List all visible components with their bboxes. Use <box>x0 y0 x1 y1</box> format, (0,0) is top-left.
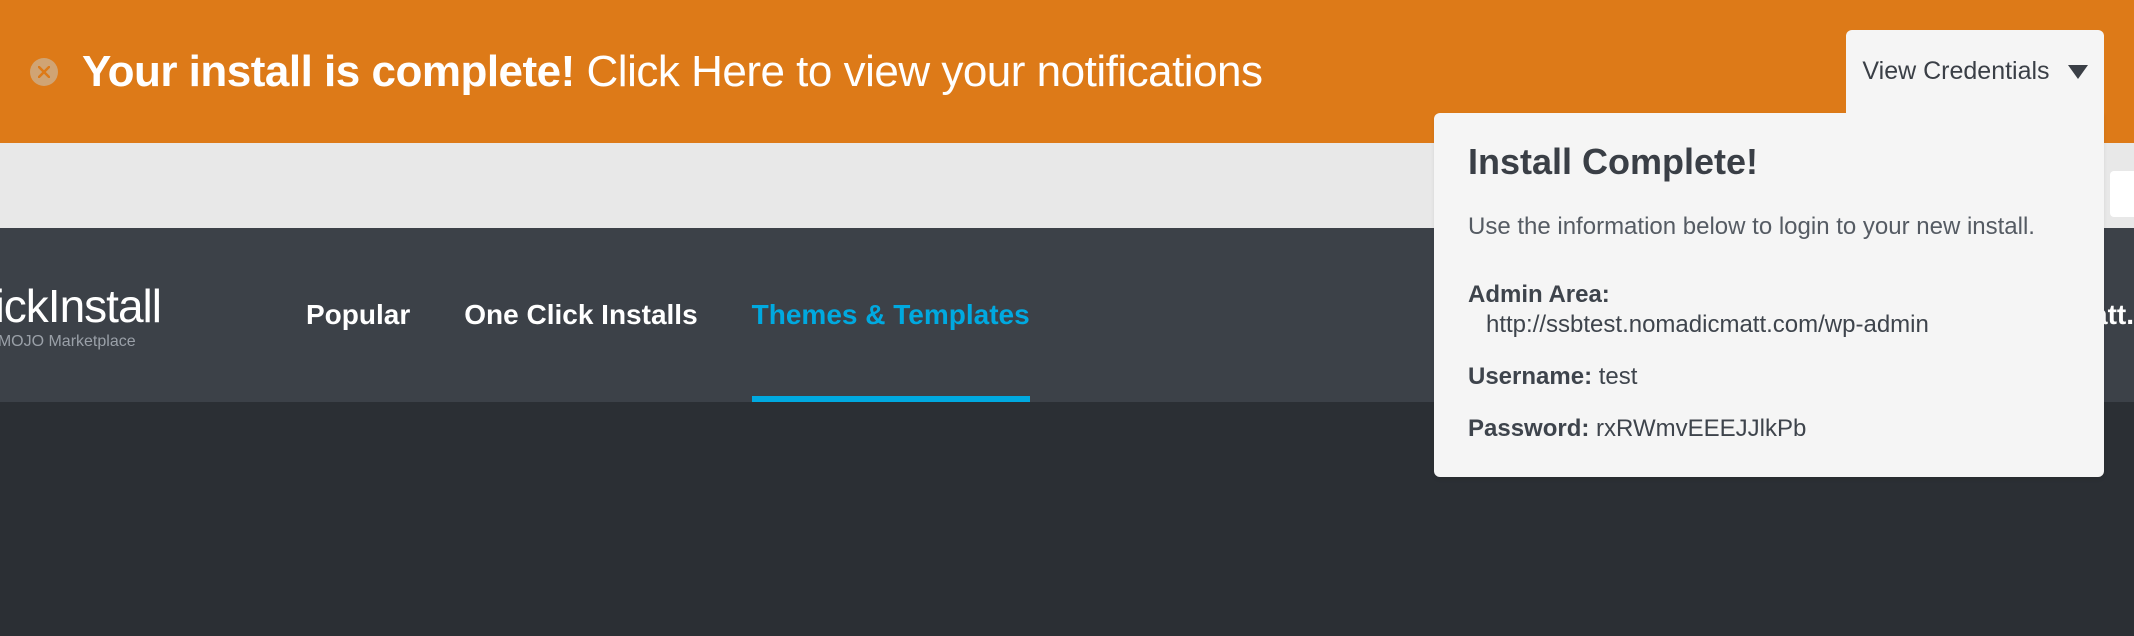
password-value: rxRWmvEEEJJlkPb <box>1596 415 1806 442</box>
close-icon[interactable] <box>30 58 58 86</box>
banner-bold-text: Your install is complete! <box>82 47 575 96</box>
brand-name: uickInstall <box>0 279 270 333</box>
credentials-title: Install Complete! <box>1468 141 2070 183</box>
nav-items: Popular One Click Installs Themes & Temp… <box>306 228 1030 402</box>
admin-area-url[interactable]: http://ssbtest.nomadicmatt.com/wp-admin <box>1468 311 2070 339</box>
view-credentials-toggle[interactable]: View Credentials <box>1846 30 2104 113</box>
view-credentials-label: View Credentials <box>1862 57 2049 86</box>
password-label: Password: <box>1468 415 1589 442</box>
credentials-panel: Install Complete! Use the information be… <box>1434 113 2104 477</box>
nav-item-themes-templates[interactable]: Themes & Templates <box>752 228 1030 402</box>
username-label: Username: <box>1468 363 1592 390</box>
admin-area-row: Admin Area: http://ssbtest.nomadicmatt.c… <box>1468 281 2070 339</box>
nav-item-popular[interactable]: Popular <box>306 228 410 402</box>
banner-message[interactable]: Your install is complete! Click Here to … <box>82 47 1263 97</box>
password-row: Password: rxRWmvEEEJJlkPb <box>1468 415 2070 443</box>
username-value: test <box>1599 363 1638 390</box>
nav-item-one-click-installs[interactable]: One Click Installs <box>464 228 697 402</box>
banner-rest-text: Click Here to view your notifications <box>575 47 1263 96</box>
brand-subtitle: ered by MOJO Marketplace <box>0 333 270 351</box>
username-row: Username: test <box>1468 363 2070 391</box>
brand-block[interactable]: uickInstall ered by MOJO Marketplace <box>0 279 270 351</box>
admin-area-label: Admin Area: <box>1468 281 1610 308</box>
chevron-down-icon <box>2068 65 2088 79</box>
spacer-chip <box>2110 171 2134 217</box>
credentials-instruction: Use the information below to login to yo… <box>1468 213 2070 241</box>
